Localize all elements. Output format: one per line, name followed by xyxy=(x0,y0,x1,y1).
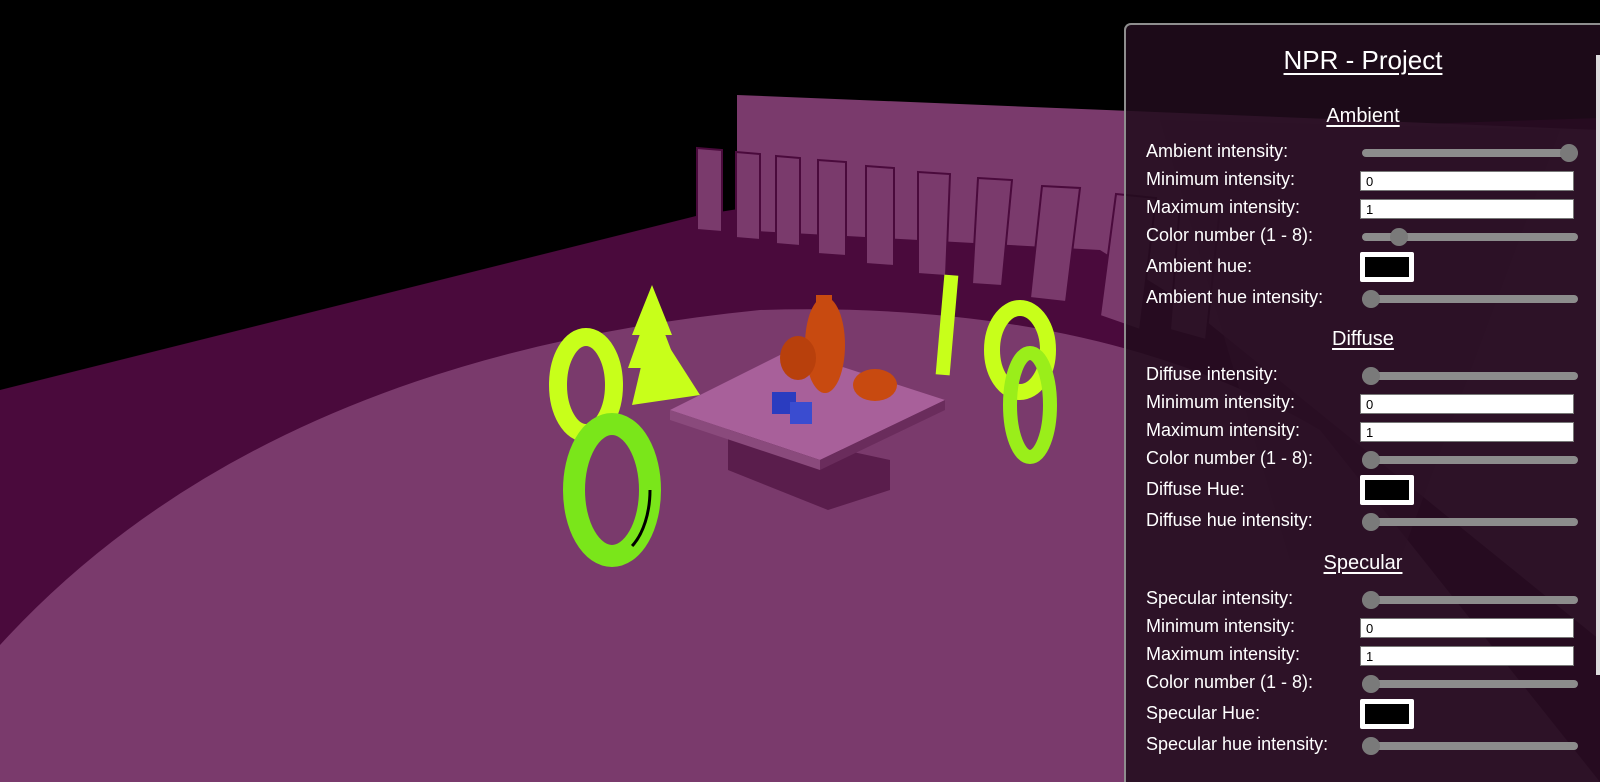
specular-color-number-1-8-label: Color number (1 - 8): xyxy=(1146,672,1314,692)
specular-specular-hue-intensity-label: Specular hue intensity: xyxy=(1146,734,1329,754)
specular-specular-hue-label: Specular Hue: xyxy=(1146,703,1261,723)
ambient-ambient-hue-intensity-slider[interactable] xyxy=(1362,290,1578,308)
controls-panel: NPR - Project Ambient Ambient intensity: M… xyxy=(1124,23,1600,782)
specular-maximum-intensity-label: Maximum intensity: xyxy=(1146,644,1301,664)
panel-scrollbar[interactable] xyxy=(1596,55,1600,675)
diffuse-diffuse-hue-intensity-slider[interactable] xyxy=(1362,513,1578,531)
specular-minimum-intensity-input[interactable]: 0 xyxy=(1360,618,1574,638)
color-swatch xyxy=(1365,257,1409,277)
ambient-minimum-intensity-label: Minimum intensity: xyxy=(1146,169,1296,189)
slider-knob[interactable] xyxy=(1362,513,1380,531)
panel-title: NPR - Project xyxy=(1283,45,1443,75)
ambient-ambient-hue-label: Ambient hue: xyxy=(1146,256,1253,276)
slider-knob[interactable] xyxy=(1362,367,1380,385)
section-heading-specular: Specular xyxy=(1323,552,1403,574)
diffuse-diffuse-intensity-slider[interactable] xyxy=(1362,367,1578,385)
ambient-maximum-intensity-label: Maximum intensity: xyxy=(1146,197,1301,217)
slider-knob[interactable] xyxy=(1362,675,1380,693)
slider-knob[interactable] xyxy=(1560,144,1578,162)
diffuse-diffuse-hue-intensity-label: Diffuse hue intensity: xyxy=(1146,510,1313,530)
ambient-ambient-intensity-slider[interactable] xyxy=(1362,144,1578,162)
diffuse-minimum-intensity-input[interactable]: 0 xyxy=(1360,394,1574,414)
diffuse-maximum-intensity-input[interactable]: 1 xyxy=(1360,422,1574,442)
ambient-maximum-intensity-input[interactable]: 1 xyxy=(1360,199,1574,219)
specular-specular-intensity-label: Specular intensity: xyxy=(1146,588,1294,608)
diffuse-color-number-1-8-label: Color number (1 - 8): xyxy=(1146,448,1314,468)
slider-knob[interactable] xyxy=(1389,228,1408,246)
diffuse-minimum-intensity-label: Minimum intensity: xyxy=(1146,392,1296,412)
color-swatch xyxy=(1365,480,1409,500)
specular-color-number-1-8-slider[interactable] xyxy=(1362,675,1578,693)
ambient-hue-color-picker[interactable] xyxy=(1360,252,1414,282)
slider-knob[interactable] xyxy=(1362,290,1380,308)
ambient-ambient-intensity-label: Ambient intensity: xyxy=(1146,141,1289,161)
ambient-minimum-intensity-input[interactable]: 0 xyxy=(1360,171,1574,191)
ambient-color-number-1-8-slider[interactable] xyxy=(1362,228,1578,246)
slider-knob[interactable] xyxy=(1362,451,1380,469)
ambient-ambient-hue-intensity-label: Ambient hue intensity: xyxy=(1146,287,1324,307)
diffuse-diffuse-intensity-label: Diffuse intensity: xyxy=(1146,364,1278,384)
specular-specular-hue-intensity-slider[interactable] xyxy=(1362,737,1578,755)
slider-knob[interactable] xyxy=(1362,737,1380,755)
specular-minimum-intensity-label: Minimum intensity: xyxy=(1146,616,1296,636)
specular-maximum-intensity-input[interactable]: 1 xyxy=(1360,646,1574,666)
diffuse-diffuse-hue-label: Diffuse Hue: xyxy=(1146,479,1245,499)
section-heading-ambient: Ambient xyxy=(1326,105,1400,127)
diffuse-maximum-intensity-label: Maximum intensity: xyxy=(1146,420,1301,440)
diffuse-color-number-1-8-slider[interactable] xyxy=(1362,451,1578,469)
diffuse-hue-color-picker[interactable] xyxy=(1360,475,1414,505)
specular-specular-intensity-slider[interactable] xyxy=(1362,591,1578,609)
color-swatch xyxy=(1365,704,1409,724)
slider-knob[interactable] xyxy=(1362,591,1380,609)
section-heading-diffuse: Diffuse xyxy=(1332,328,1394,350)
specular-hue-color-picker[interactable] xyxy=(1360,699,1414,729)
ambient-color-number-1-8-label: Color number (1 - 8): xyxy=(1146,225,1314,245)
